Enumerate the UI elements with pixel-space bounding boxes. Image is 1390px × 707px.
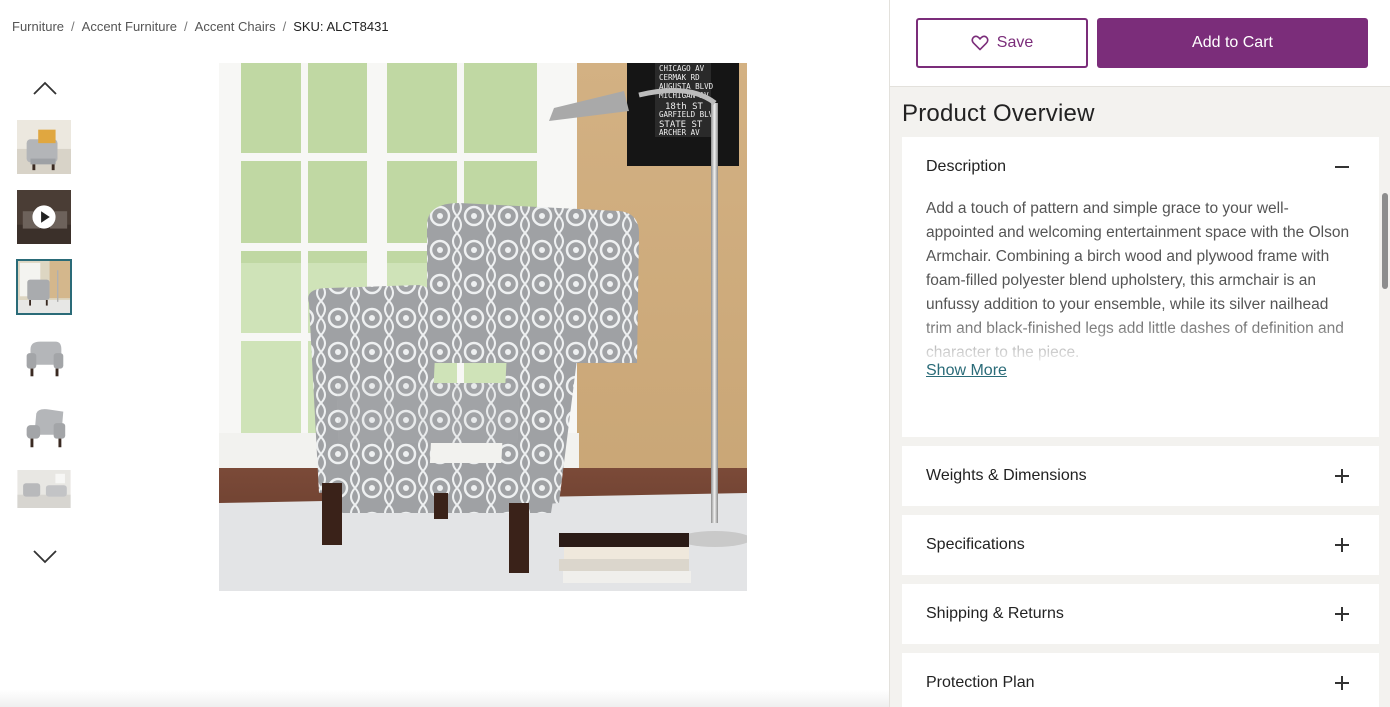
chair-thumbnail-icon (17, 330, 71, 384)
sku-label: SKU: ALCT8431 (293, 18, 389, 34)
plus-icon (1335, 676, 1349, 690)
breadcrumb-furniture[interactable]: Furniture (12, 19, 64, 34)
thumbnail-6[interactable] (16, 469, 72, 509)
breadcrumb-separator: / (71, 18, 75, 34)
thumbnail-3-selected[interactable] (16, 259, 72, 315)
breadcrumb-accent-chairs[interactable]: Accent Chairs (195, 19, 276, 34)
poster-line: GARFIELD BLVD (659, 110, 718, 119)
thumbnail-video[interactable] (16, 189, 72, 245)
thumbnail-5[interactable] (16, 399, 72, 455)
add-to-cart-button[interactable]: Add to Cart (1097, 18, 1368, 68)
panel-scrollbar-thumb[interactable] (1382, 193, 1388, 289)
accordion-title: Protection Plan (926, 674, 1035, 691)
breadcrumb: Furniture / Accent Furniture / Accent Ch… (12, 17, 389, 35)
product-details-panel: Save Add to Cart Product Overview Descri… (889, 0, 1390, 707)
main-product-image[interactable]: CHICAGO AV CERMAK RD AUGUSTA BLVD MICHIG… (219, 63, 747, 591)
accordion-title: Description (926, 158, 1007, 175)
accordion-title: Specifications (926, 536, 1025, 553)
breadcrumb-separator: / (282, 18, 287, 34)
save-label: Save (996, 34, 1034, 51)
accordion-shipping-returns: Shipping & Returns (902, 584, 1379, 644)
save-button[interactable]: Save (916, 18, 1088, 68)
show-more-link[interactable]: Show More (926, 359, 1011, 383)
accordion-specifications: Specifications (902, 515, 1379, 575)
armchair-photo: CHICAGO AV CERMAK RD AUGUSTA BLVD MICHIG… (219, 63, 747, 591)
accordion-protection-plan: Protection Plan (902, 653, 1379, 707)
minus-icon (1335, 160, 1349, 174)
accordion-description-header[interactable]: Description (902, 137, 1379, 197)
plus-icon (1335, 607, 1349, 621)
accordion-title: Shipping & Returns (926, 605, 1064, 622)
room-thumbnail-icon (17, 470, 71, 508)
thumbnail-list (16, 119, 74, 523)
plus-icon (1335, 469, 1349, 483)
chevron-down-icon (33, 550, 57, 564)
add-to-cart-label: Add to Cart (1192, 34, 1273, 51)
accordion-shipping-returns-header[interactable]: Shipping & Returns (902, 584, 1379, 644)
plus-icon (1335, 538, 1349, 552)
thumbnail-scroll-down-button[interactable] (30, 546, 60, 568)
poster-line: CHICAGO AV (659, 64, 705, 73)
chair-thumbnail-icon (17, 400, 71, 454)
chair-thumbnail-icon (18, 261, 70, 313)
thumbnail-scroll-up-button[interactable] (30, 77, 60, 99)
accordion-description: Description Add a touch of pattern and s… (902, 137, 1379, 437)
product-overview-title: Product Overview (902, 100, 1095, 127)
accordion-title: Weights & Dimensions (926, 467, 1087, 484)
poster-line: ARCHER AV (659, 128, 700, 137)
action-bar: Save Add to Cart (890, 0, 1390, 87)
heart-icon (971, 35, 989, 51)
chevron-up-icon (33, 81, 57, 95)
chair-thumbnail-icon (17, 120, 71, 174)
breadcrumb-separator: / (184, 18, 188, 34)
accordion-specifications-header[interactable]: Specifications (902, 515, 1379, 575)
accordion-weights-dimensions: Weights & Dimensions (902, 446, 1379, 506)
page-bottom-shadow (0, 690, 889, 707)
accordion-protection-plan-header[interactable]: Protection Plan (902, 653, 1379, 707)
description-body: Add a touch of pattern and simple grace … (902, 197, 1379, 383)
breadcrumb-accent-furniture[interactable]: Accent Furniture (82, 19, 177, 34)
poster-line: CERMAK RD (659, 73, 700, 82)
video-thumbnail-icon (17, 190, 71, 244)
thumbnail-4[interactable] (16, 329, 72, 385)
thumbnail-1[interactable] (16, 119, 72, 175)
accordion-weights-dimensions-header[interactable]: Weights & Dimensions (902, 446, 1379, 506)
